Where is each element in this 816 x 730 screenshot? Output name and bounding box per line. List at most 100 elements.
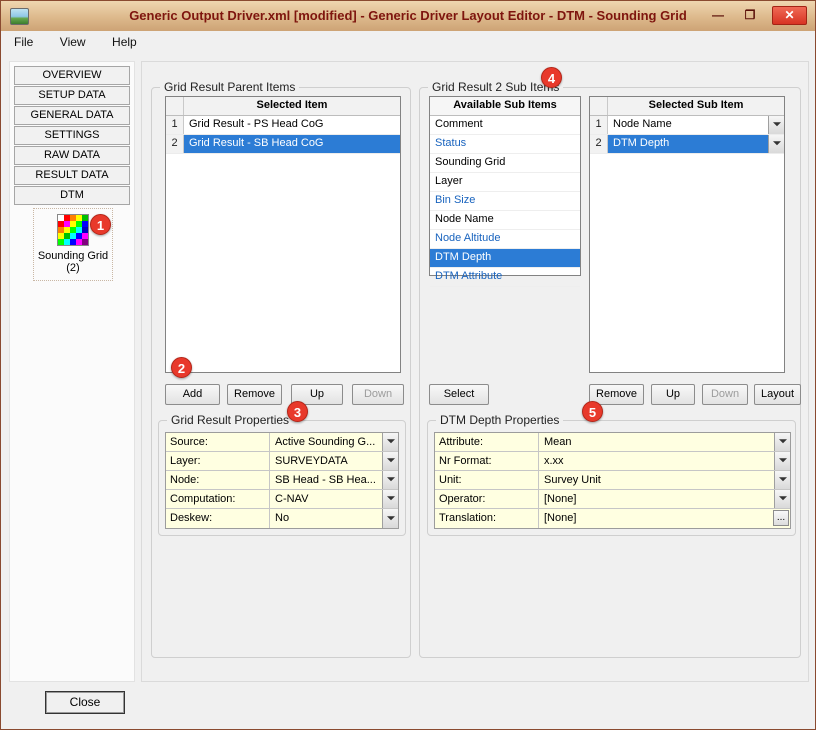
annotation-badge-3: 3 [287, 401, 308, 422]
menu-view[interactable]: View [51, 31, 95, 54]
parent-properties-table: Source: Active Sounding G... Layer: SURV… [165, 432, 399, 529]
translation-field[interactable]: [None]... [539, 509, 790, 528]
chevron-down-icon[interactable] [382, 452, 398, 470]
property-label: Translation: [435, 509, 539, 528]
layout-button[interactable]: Layout [754, 384, 801, 405]
list-item[interactable]: Node Name [430, 211, 580, 230]
sidebar-item-overview[interactable]: OVERVIEW [14, 66, 130, 85]
table-row[interactable]: 2 Grid Result - SB Head CoG [166, 135, 400, 154]
list-item[interactable]: DTM Attribute [430, 268, 580, 287]
property-label: Unit: [435, 471, 539, 489]
property-row: Unit: Survey Unit [435, 471, 790, 490]
chevron-down-icon[interactable] [774, 490, 790, 508]
down-sub-button[interactable]: Down [702, 384, 748, 405]
source-dropdown[interactable]: Active Sounding G... [270, 433, 398, 451]
operator-dropdown[interactable]: [None] [539, 490, 790, 508]
up-sub-button[interactable]: Up [651, 384, 695, 405]
property-label: Attribute: [435, 433, 539, 451]
depth-properties-table: Attribute: Mean Nr Format: x.xx Unit: Su… [434, 432, 791, 529]
add-button[interactable]: Add [165, 384, 220, 405]
parent-items-header-label: Selected Item [184, 97, 400, 115]
chevron-down-icon[interactable] [382, 471, 398, 489]
nr-format-dropdown[interactable]: x.xx [539, 452, 790, 470]
unit-dropdown[interactable]: Survey Unit [539, 471, 790, 489]
down-parent-button[interactable]: Down [352, 384, 404, 405]
attribute-dropdown[interactable]: Mean [539, 433, 790, 451]
available-sub-items-header: Available Sub Items [430, 97, 580, 116]
close-button[interactable]: Close [45, 691, 125, 714]
annotation-badge-4: 4 [541, 67, 562, 88]
property-row: Computation: C-NAV [166, 490, 398, 509]
select-button[interactable]: Select [429, 384, 489, 405]
table-row[interactable]: 2 DTM Depth [590, 135, 784, 154]
chevron-down-icon[interactable] [774, 452, 790, 470]
chevron-down-icon[interactable] [774, 433, 790, 451]
chevron-down-icon[interactable] [382, 490, 398, 508]
property-label: Node: [166, 471, 270, 489]
chevron-down-icon[interactable] [382, 433, 398, 451]
sidebar-item-settings[interactable]: SETTINGS [14, 126, 130, 145]
deskew-dropdown[interactable]: No [270, 509, 398, 528]
property-row: Layer: SURVEYDATA [166, 452, 398, 471]
list-item[interactable]: Bin Size [430, 192, 580, 211]
group-parent-items-label: Grid Result Parent Items [160, 80, 299, 94]
parent-items-table-header: Selected Item [166, 97, 400, 116]
list-item[interactable]: Layer [430, 173, 580, 192]
ellipsis-button[interactable]: ... [773, 510, 789, 526]
list-item[interactable]: Status [430, 135, 580, 154]
chevron-down-icon[interactable] [382, 509, 398, 528]
window: Generic Output Driver.xml [modified] - G… [0, 0, 816, 730]
sounding-grid-label: Sounding Grid [34, 250, 112, 262]
sidebar: OVERVIEW SETUP DATA GENERAL DATA SETTING… [9, 61, 135, 682]
close-window-button[interactable]: ✕ [772, 6, 807, 25]
window-title: Generic Output Driver.xml [modified] - G… [1, 1, 815, 31]
table-row[interactable]: 1 Grid Result - PS Head CoG [166, 116, 400, 135]
chevron-down-icon[interactable] [774, 471, 790, 489]
property-row: Source: Active Sounding G... [166, 433, 398, 452]
sidebar-item-raw-data[interactable]: RAW DATA [14, 146, 130, 165]
menu-file[interactable]: File [5, 31, 42, 54]
group-depth-properties-label: DTM Depth Properties [436, 413, 563, 427]
list-item[interactable]: Comment [430, 116, 580, 135]
menubar: File View Help [1, 31, 815, 54]
menu-help[interactable]: Help [103, 31, 146, 54]
property-row: Node: SB Head - SB Hea... [166, 471, 398, 490]
maximize-button[interactable]: ❐ [740, 6, 760, 25]
property-row: Deskew: No [166, 509, 398, 528]
list-item[interactable]: DTM Depth [430, 249, 580, 268]
property-label: Computation: [166, 490, 270, 508]
sidebar-item-general-data[interactable]: GENERAL DATA [14, 106, 130, 125]
property-label: Layer: [166, 452, 270, 470]
annotation-badge-5: 5 [582, 401, 603, 422]
list-item[interactable]: Sounding Grid [430, 154, 580, 173]
minimize-button[interactable]: — [708, 6, 728, 25]
chevron-down-icon[interactable] [768, 135, 784, 153]
property-label: Source: [166, 433, 270, 451]
node-dropdown[interactable]: SB Head - SB Hea... [270, 471, 398, 489]
sidebar-item-result-data[interactable]: RESULT DATA [14, 166, 130, 185]
property-row: Operator: [None] [435, 490, 790, 509]
sounding-grid-icon [57, 214, 89, 246]
chevron-down-icon[interactable] [768, 116, 784, 134]
layer-dropdown[interactable]: SURVEYDATA [270, 452, 398, 470]
available-sub-items-list: Available Sub Items Comment Status Sound… [429, 96, 581, 276]
titlebar: Generic Output Driver.xml [modified] - G… [1, 1, 815, 32]
group-parent-properties-label: Grid Result Properties [167, 413, 293, 427]
property-label: Nr Format: [435, 452, 539, 470]
table-row[interactable]: 1 Node Name [590, 116, 784, 135]
annotation-badge-1: 1 [90, 214, 111, 235]
property-row: Attribute: Mean [435, 433, 790, 452]
selected-sub-item-header: Selected Sub Item [590, 97, 784, 116]
property-row: Nr Format: x.xx [435, 452, 790, 471]
remove-parent-button[interactable]: Remove [227, 384, 282, 405]
window-controls: — ❐ ✕ [708, 6, 807, 25]
property-row: Translation: [None]... [435, 509, 790, 528]
sidebar-item-setup-data[interactable]: SETUP DATA [14, 86, 130, 105]
selected-sub-item-table: Selected Sub Item 1 Node Name 2 DTM Dept… [589, 96, 785, 373]
selected-sub-item-header-label: Selected Sub Item [608, 97, 784, 115]
computation-dropdown[interactable]: C-NAV [270, 490, 398, 508]
annotation-badge-2: 2 [171, 357, 192, 378]
sidebar-item-dtm[interactable]: DTM [14, 186, 130, 205]
list-item[interactable]: Node Altitude [430, 230, 580, 249]
property-label: Deskew: [166, 509, 270, 528]
